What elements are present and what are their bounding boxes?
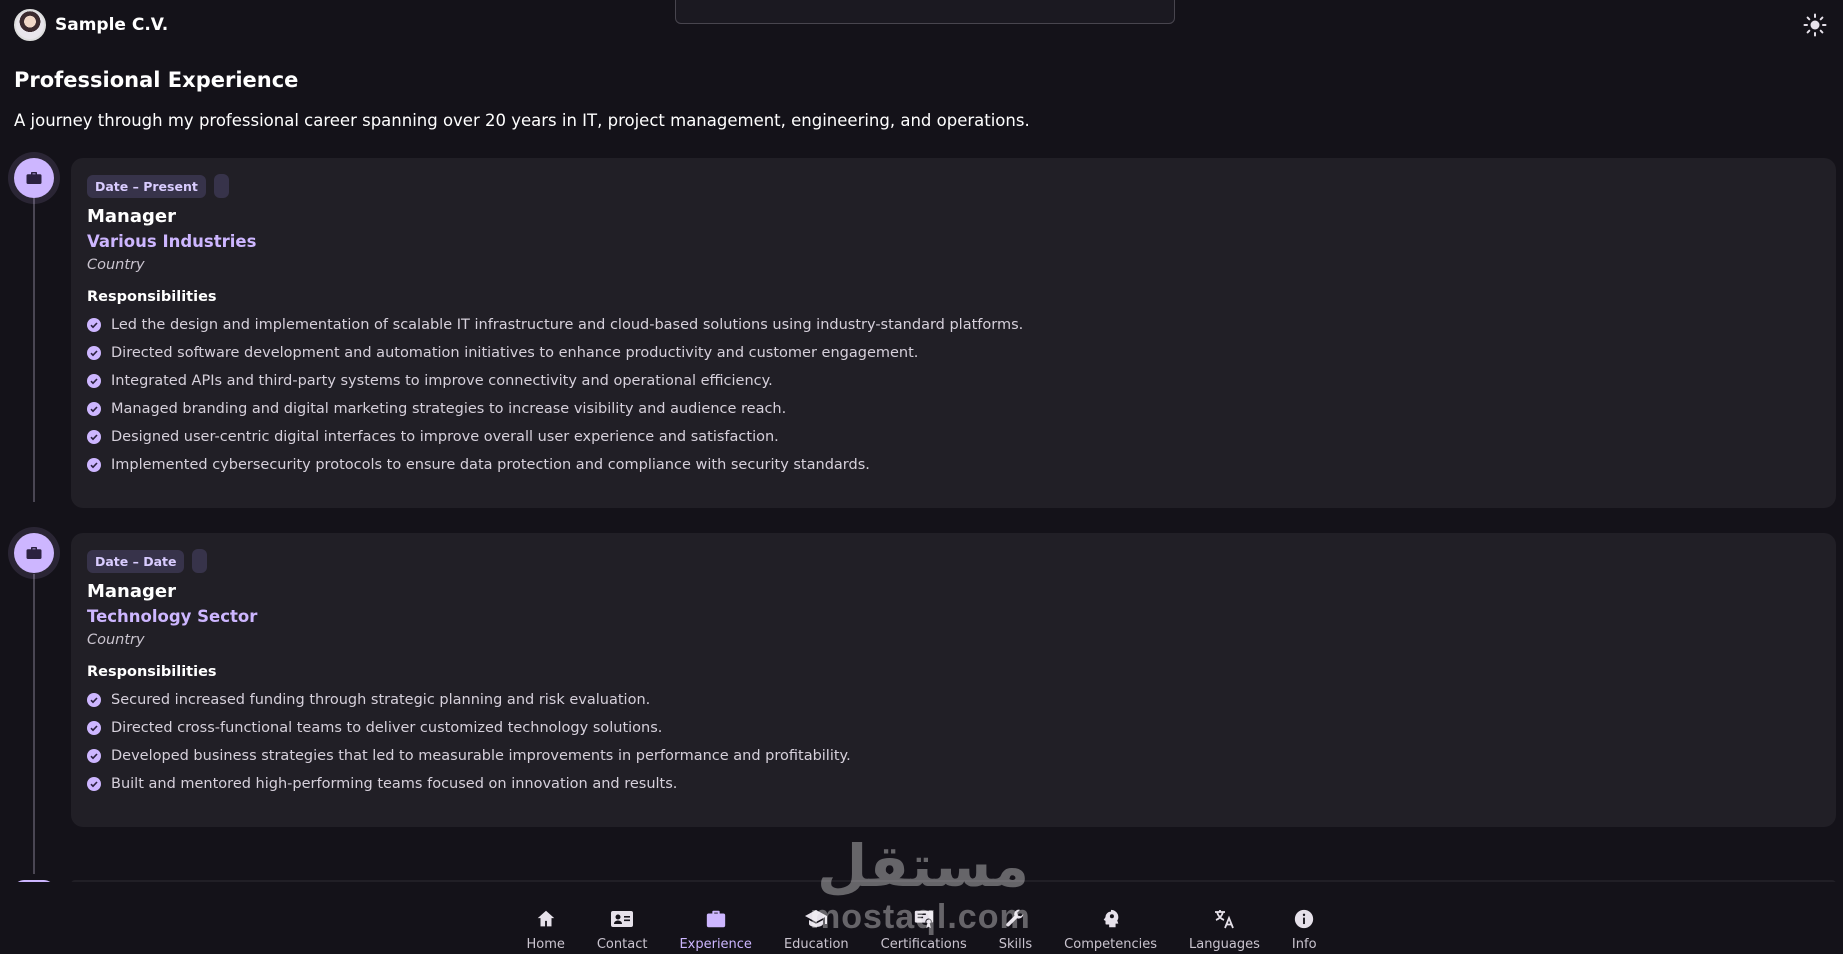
nav-item-home[interactable]: Home — [510, 907, 580, 952]
briefcase-icon — [704, 907, 728, 931]
watermark-text: mostaql.com — [810, 898, 1031, 936]
check-circle-icon — [87, 346, 101, 360]
list-item: Managed branding and digital marketing s… — [87, 395, 1820, 423]
company-name: Technology Sector — [87, 607, 258, 626]
nav-item-languages[interactable]: Languages — [1173, 907, 1276, 952]
check-circle-icon — [87, 693, 101, 707]
responsibility-text: Managed branding and digital marketing s… — [111, 401, 787, 417]
type-badge — [192, 549, 208, 573]
responsibility-text: Developed business strategies that led t… — [111, 748, 851, 764]
responsibility-text: Designed user-centric digital interfaces… — [111, 429, 779, 445]
responsibility-text: Led the design and implementation of sca… — [111, 317, 1024, 333]
responsibility-text: Integrated APIs and third-party systems … — [111, 373, 773, 389]
type-badge — [213, 174, 229, 198]
list-item: Directed software development and automa… — [87, 339, 1820, 367]
list-item: Integrated APIs and third-party systems … — [87, 367, 1820, 395]
head-gear-icon — [1099, 907, 1123, 931]
nav-label: Home — [526, 937, 565, 952]
info-icon — [1292, 907, 1316, 931]
brand[interactable]: Sample C.V. — [14, 9, 168, 41]
nav-label: Experience — [679, 937, 752, 952]
nav-item-info[interactable]: Info — [1276, 907, 1333, 952]
check-circle-icon — [87, 430, 101, 444]
nav-item-experience[interactable]: Experience — [663, 907, 768, 952]
responsibility-text: Implemented cybersecurity protocols to e… — [111, 457, 870, 473]
timeline-line — [33, 198, 35, 502]
responsibilities-list: Secured increased funding through strate… — [87, 686, 1820, 798]
page-subtitle: A journey through my professional career… — [14, 111, 1030, 130]
nav-label: Education — [783, 937, 849, 952]
timeline-line — [33, 574, 35, 874]
responsibilities-heading: Responsibilities — [87, 664, 217, 680]
home-icon — [534, 907, 558, 931]
check-circle-icon — [87, 721, 101, 735]
brand-name: Sample C.V. — [55, 15, 169, 35]
timeline-marker — [14, 533, 54, 573]
responsibilities-list: Led the design and implementation of sca… — [87, 311, 1820, 479]
translate-icon — [1212, 907, 1236, 931]
nav-label: Info — [1291, 937, 1317, 952]
experience-card: Date – Present Manager Various Industrie… — [71, 158, 1836, 508]
list-item: Designed user-centric digital interfaces… — [87, 423, 1820, 451]
briefcase-icon — [26, 547, 42, 559]
nav-label: Certifications — [880, 937, 967, 952]
check-circle-icon — [87, 374, 101, 388]
nav-label: Competencies — [1064, 937, 1157, 952]
list-item: Secured increased funding through strate… — [87, 686, 1820, 714]
date-badge: Date – Date — [87, 549, 185, 573]
check-circle-icon — [87, 402, 101, 416]
job-role: Manager — [87, 206, 176, 227]
check-circle-icon — [87, 318, 101, 332]
job-location: Country — [87, 632, 145, 648]
list-item: Led the design and implementation of sca… — [87, 311, 1820, 339]
list-item: Developed business strategies that led t… — [87, 742, 1820, 770]
responsibility-text: Built and mentored high-performing teams… — [111, 776, 678, 792]
contact-card-icon — [610, 907, 634, 931]
top-bar: Sample C.V. — [0, 0, 1843, 50]
list-item: Directed cross-functional teams to deliv… — [87, 714, 1820, 742]
theme-toggle-button[interactable] — [1801, 11, 1829, 39]
responsibility-text: Secured increased funding through strate… — [111, 692, 651, 708]
sun-icon — [1803, 13, 1827, 37]
timeline-marker — [14, 158, 54, 198]
check-circle-icon — [87, 458, 101, 472]
experience-card: Date – Date Manager Technology Sector Co… — [71, 533, 1836, 827]
list-item: Implemented cybersecurity protocols to e… — [87, 451, 1820, 479]
company-name: Various Industries — [87, 232, 257, 251]
search-input[interactable] — [675, 0, 1175, 24]
nav-item-competencies[interactable]: Competencies — [1048, 907, 1173, 952]
nav-item-contact[interactable]: Contact — [581, 907, 664, 952]
responsibility-text: Directed cross-functional teams to deliv… — [111, 720, 663, 736]
nav-label: Contact — [596, 937, 648, 952]
list-item: Built and mentored high-performing teams… — [87, 770, 1820, 798]
check-circle-icon — [87, 777, 101, 791]
page-title: Professional Experience — [14, 68, 299, 92]
responsibility-text: Directed software development and automa… — [111, 345, 919, 361]
nav-label: Languages — [1188, 937, 1260, 952]
responsibilities-heading: Responsibilities — [87, 289, 217, 305]
avatar — [14, 9, 46, 41]
date-badge: Date – Present — [87, 174, 206, 198]
briefcase-icon — [26, 172, 42, 184]
nav-label: Skills — [998, 937, 1033, 952]
job-role: Manager — [87, 581, 176, 602]
check-circle-icon — [87, 749, 101, 763]
job-location: Country — [87, 257, 145, 273]
